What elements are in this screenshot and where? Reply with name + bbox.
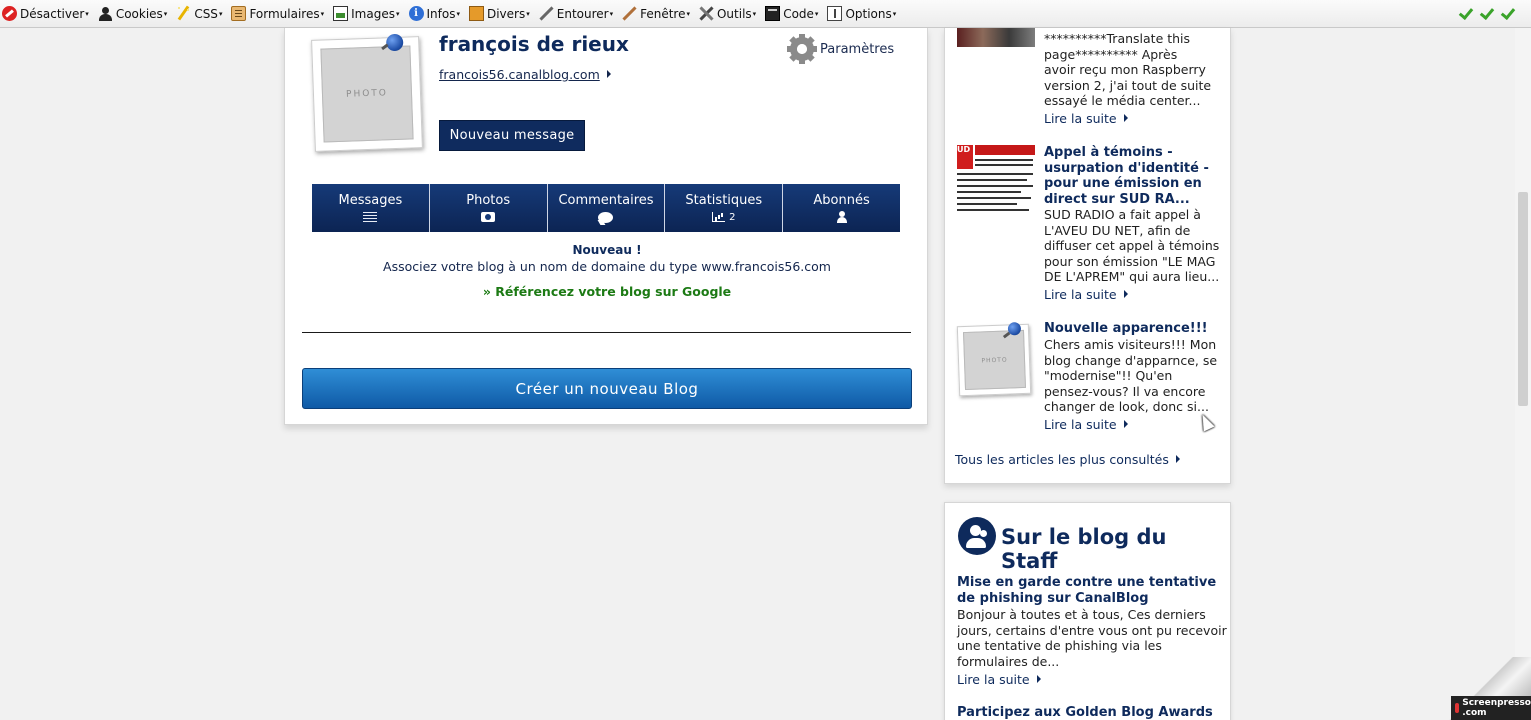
stats-count: 2 [729,211,736,223]
profile-name: françois de rieux [439,32,629,56]
staff-blog-card: Sur le blog du Staff Mise en garde contr… [944,502,1231,720]
tab-label: Commentaires [558,193,654,208]
caret-right-icon [1036,675,1041,683]
js-valid-check-icon[interactable] [1500,6,1515,21]
caret-right-icon [1123,420,1128,428]
validation-status [1458,6,1515,21]
scrollbar-thumb[interactable] [1518,192,1528,406]
terminal-icon [765,6,781,21]
caret-right-icon [1123,290,1128,298]
staff-post-title-link[interactable]: Participez aux Golden Blog Awards [957,705,1213,720]
page-scrollbar[interactable] [1515,28,1531,720]
article-excerpt: **********Translate this page********** … [1044,31,1212,108]
read-more-link[interactable]: Lire la suite [1044,287,1128,302]
users-icon [958,517,996,555]
tab-label: Messages [338,193,403,208]
image-icon [333,6,349,21]
settings-link[interactable]: Paramètres [787,34,895,64]
screenpresso-logo-icon [1455,703,1460,713]
create-blog-button[interactable]: Créer un nouveau Blog [302,368,912,409]
profile-tabs: Messages Photos Commentaires Statistique… [312,184,900,232]
promo-text: Associez votre blog à un nom de domaine … [383,259,831,274]
read-more-link[interactable]: Lire la suite [957,672,1041,687]
toolbar-code-menu[interactable]: Code ▾ [765,6,818,21]
toolbar-images-menu[interactable]: Images ▾ [333,6,400,21]
tab-subscribers[interactable]: Abonnés [783,184,900,232]
article-excerpt: SUD RADIO a fait appel à L'AVEU DU NET, … [1044,207,1220,284]
toolbar-cookies-menu[interactable]: Cookies ▾ [98,6,167,21]
pencil-icon [176,6,191,21]
clipboard-icon [231,6,247,21]
toolbar-window-menu[interactable]: Fenêtre ▾ [622,6,690,21]
caret-right-icon [1123,114,1128,122]
toolbar-options-menu[interactable]: Options ▾ [827,6,896,21]
profile-url-link[interactable]: francois56.canalblog.com [439,67,611,82]
tab-photos[interactable]: Photos [429,184,548,232]
brush-icon [622,6,637,21]
settings-label: Paramètres [820,41,895,57]
tab-comments[interactable]: Commentaires [547,184,666,232]
toolbar-forms-menu[interactable]: Formulaires ▾ [231,6,324,21]
popular-articles-card: **********Translate this page********** … [944,28,1231,484]
divider [302,332,911,333]
article-thumbnail[interactable]: UD [957,145,1035,215]
article-title-link[interactable]: Nouvelle apparence!!! [1044,321,1208,337]
screenpresso-watermark: Screenpresso .com [1451,696,1531,720]
stop-icon [2,6,17,21]
read-more-link[interactable]: Lire la suite [1044,417,1128,432]
staff-post-title-link[interactable]: Mise en garde contre une tentative de ph… [957,575,1216,606]
person-icon [98,6,113,21]
tab-messages[interactable]: Messages [312,184,430,232]
article-thumbnail[interactable] [957,28,1035,47]
article-excerpt: Chers amis visiteurs!!! Mon blog change … [1044,337,1218,414]
toolbar-info-menu[interactable]: i Infos ▾ [408,6,460,21]
toolbar-outline-menu[interactable]: Entourer ▾ [539,6,613,21]
profile-url-text: francois56.canalblog.com [439,67,600,82]
tab-statistics[interactable]: Statistiques 2 [665,184,784,232]
caret-right-icon [606,70,611,78]
list-icon [363,212,378,222]
stats-icon [712,212,726,222]
article-thumbnail[interactable]: PHOTO [956,322,1032,397]
book-icon [468,6,484,21]
tab-label: Photos [466,193,511,208]
staff-post-excerpt: Bonjour à toutes et à tous, Ces derniers… [957,607,1227,669]
tab-label: Abonnés [813,193,870,208]
profile-photo: PHOTO [311,33,423,152]
article-title-link[interactable]: Appel à témoins - usurpation d'identité … [1044,145,1209,207]
staff-blog-title: Sur le blog du Staff [1001,525,1167,573]
read-more-link[interactable]: Lire la suite [1044,111,1128,126]
toolbar-css-menu[interactable]: CSS ▾ [176,6,222,21]
comment-icon [598,211,614,223]
promo-title: Nouveau ! [572,243,642,257]
toolbar-disable-menu[interactable]: Désactiver ▾ [2,6,89,21]
gear-icon [787,34,817,64]
tab-label: Statistiques [685,193,763,208]
google-referencing-link[interactable]: » Référencez votre blog sur Google [285,284,929,299]
ruler-icon [539,6,554,21]
css-valid-check-icon[interactable] [1458,6,1473,21]
tools-icon [699,6,714,21]
camera-icon [481,212,496,222]
toolbar-tools-menu[interactable]: Outils ▾ [699,6,756,21]
toolbar-misc-menu[interactable]: Divers ▾ [468,6,530,21]
photo-placeholder: PHOTO [320,45,414,143]
caret-right-icon [1175,455,1180,463]
profile-card: PHOTO françois de rieux francois56.canal… [284,28,928,425]
html-valid-check-icon[interactable] [1479,6,1494,21]
all-popular-articles-link[interactable]: Tous les articles les plus consultés [955,452,1180,467]
new-message-button[interactable]: Nouveau message [439,120,585,151]
web-developer-toolbar: Désactiver ▾ Cookies ▾ CSS ▾ Formulaires ▾ I… [0,0,1531,28]
options-icon [827,6,843,21]
user-icon [836,211,848,223]
info-icon: i [408,6,424,21]
photo-placeholder: PHOTO [963,329,1026,391]
